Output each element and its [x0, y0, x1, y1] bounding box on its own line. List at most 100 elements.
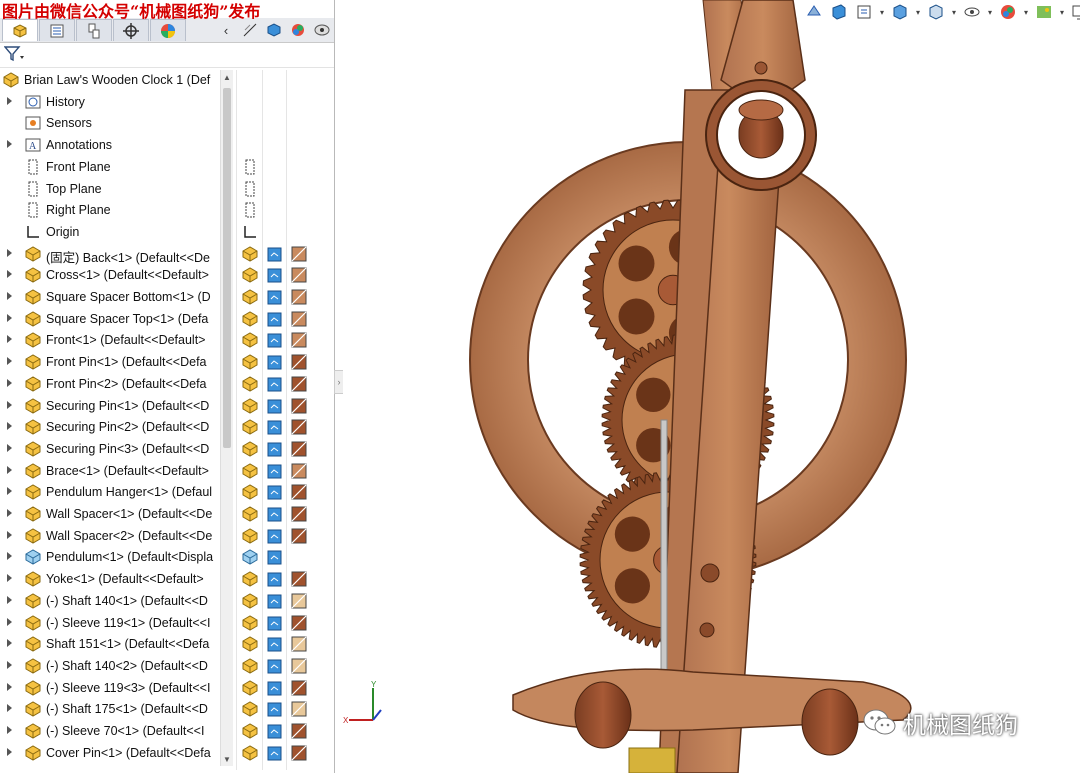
- tree-item[interactable]: A Annotations: [0, 135, 232, 156]
- expand-arrow-icon[interactable]: [7, 270, 12, 279]
- expand-arrow-icon[interactable]: [7, 400, 12, 409]
- display-mode-icon[interactable]: [267, 528, 283, 544]
- expand-arrow-icon[interactable]: [7, 487, 12, 496]
- expand-arrow-icon[interactable]: [7, 595, 12, 604]
- component-state-icon[interactable]: [241, 246, 258, 262]
- component-state-icon[interactable]: [241, 506, 258, 522]
- component-state-icon[interactable]: [241, 636, 258, 652]
- display-mode-icon[interactable]: [267, 723, 283, 739]
- tree-item[interactable]: Brace<1> (Default<<Default>: [0, 461, 232, 482]
- appearance-swatch-icon[interactable]: [291, 658, 307, 674]
- scroll-up-arrow[interactable]: ▲: [221, 70, 233, 84]
- expand-arrow-icon[interactable]: [7, 704, 12, 713]
- appearance-swatch-icon[interactable]: [291, 332, 307, 348]
- tree-item[interactable]: History: [0, 92, 232, 113]
- display-mode-icon[interactable]: [267, 745, 283, 761]
- tree-item[interactable]: Sensors: [0, 113, 232, 134]
- tree-item[interactable]: (-) Sleeve 119<3> (Default<<I: [0, 678, 232, 699]
- appearance-swatch-icon[interactable]: [291, 484, 307, 500]
- tree-item[interactable]: Yoke<1> (Default<<Default>: [0, 569, 232, 590]
- expand-arrow-icon[interactable]: [7, 660, 12, 669]
- component-state-icon[interactable]: [241, 549, 258, 565]
- display-mode-icon[interactable]: [267, 701, 283, 717]
- scroll-thumb[interactable]: [223, 88, 231, 448]
- expand-arrow-icon[interactable]: [7, 292, 12, 300]
- tree-scrollbar[interactable]: ▲ ▼: [220, 70, 233, 766]
- component-state-icon[interactable]: [241, 397, 258, 414]
- component-state-icon[interactable]: [241, 658, 258, 674]
- tree-item[interactable]: Wall Spacer<1> (Default<<De: [0, 504, 232, 525]
- scroll-down-arrow[interactable]: ▼: [221, 752, 233, 766]
- appearance-swatch-icon[interactable]: [291, 723, 307, 739]
- component-state-icon[interactable]: [241, 354, 258, 370]
- expand-arrow-icon[interactable]: [7, 574, 12, 583]
- appearance-swatch-icon[interactable]: [291, 463, 307, 479]
- display-mode-icon[interactable]: [267, 289, 283, 305]
- component-state-icon[interactable]: [241, 289, 258, 305]
- display-mode-icon[interactable]: [267, 332, 283, 348]
- display-mode-icon[interactable]: [267, 441, 283, 457]
- scene-display-icon[interactable]: [312, 21, 332, 39]
- tree-item[interactable]: Origin: [0, 222, 232, 243]
- appearance-swatch-icon[interactable]: [291, 745, 307, 761]
- appearance-swatch-icon[interactable]: [291, 267, 307, 283]
- appearance-swatch-icon[interactable]: [291, 376, 307, 392]
- component-state-icon[interactable]: [241, 376, 258, 392]
- expand-arrow-icon[interactable]: [7, 726, 12, 734]
- display-mode-icon[interactable]: [267, 593, 283, 609]
- display-mode-icon[interactable]: [267, 376, 283, 392]
- display-mode-icon[interactable]: [267, 680, 283, 696]
- expand-arrow-icon[interactable]: [7, 140, 12, 149]
- component-state-icon[interactable]: [241, 701, 258, 717]
- display-mode-icon[interactable]: [267, 658, 283, 674]
- display-mode-icon[interactable]: [267, 246, 283, 262]
- appearance-swatch-icon[interactable]: [291, 571, 307, 587]
- component-state-icon[interactable]: [241, 528, 258, 544]
- component-state-icon[interactable]: [241, 745, 258, 761]
- component-state-icon[interactable]: [241, 484, 258, 500]
- appearance-swatch-icon[interactable]: [291, 419, 307, 435]
- display-mode-icon[interactable]: [267, 636, 283, 652]
- component-state-icon[interactable]: [241, 332, 258, 348]
- tree-item[interactable]: Securing Pin<3> (Default<<D: [0, 439, 232, 460]
- expand-arrow-icon[interactable]: [7, 639, 12, 648]
- tree-item[interactable]: Pendulum<1> (Default<Displa: [0, 547, 232, 568]
- appearance-swatch-icon[interactable]: [291, 311, 307, 327]
- display-mode-icon[interactable]: [267, 571, 283, 587]
- tree-item[interactable]: Square Spacer Top<1> (Defa: [0, 309, 232, 330]
- appearance-swatch-icon[interactable]: [291, 398, 307, 414]
- tree-item[interactable]: (-) Sleeve 119<1> (Default<<I: [0, 613, 232, 634]
- tree-item[interactable]: Securing Pin<2> (Default<<D: [0, 417, 232, 438]
- component-state-icon[interactable]: [241, 311, 258, 327]
- appearance-swatch-icon[interactable]: [291, 615, 307, 631]
- tree-item[interactable]: Pendulum Hanger<1> (Defaul: [0, 482, 232, 503]
- display-mode-icon[interactable]: [267, 354, 283, 370]
- component-state-icon[interactable]: [241, 614, 258, 631]
- collapse-panel-icon[interactable]: ‹: [216, 21, 236, 39]
- expand-arrow-icon[interactable]: [7, 465, 12, 474]
- component-state-icon[interactable]: [241, 571, 258, 587]
- appearance-swatch-icon[interactable]: [291, 701, 307, 717]
- component-state-icon[interactable]: [241, 441, 258, 457]
- component-state-icon[interactable]: [241, 680, 258, 696]
- plane-visibility-icon[interactable]: [241, 202, 257, 218]
- plane-visibility-icon[interactable]: [241, 159, 257, 175]
- expand-arrow-icon[interactable]: [7, 378, 12, 387]
- component-state-icon[interactable]: [241, 723, 258, 739]
- display-mode-icon[interactable]: [267, 311, 283, 327]
- tab-property-manager[interactable]: [39, 19, 75, 41]
- origin-visibility-icon[interactable]: [241, 224, 257, 240]
- tree-item[interactable]: Wall Spacer<2> (Default<<De: [0, 526, 232, 547]
- expand-arrow-icon[interactable]: [7, 552, 12, 561]
- display-mode-icon[interactable]: [267, 398, 283, 414]
- appearance-swatch-icon[interactable]: [291, 528, 307, 544]
- part-display-icon[interactable]: [264, 21, 284, 39]
- expand-arrow-icon[interactable]: [7, 422, 12, 431]
- expand-arrow-icon[interactable]: [7, 682, 12, 691]
- expand-arrow-icon[interactable]: [7, 747, 12, 756]
- display-mode-icon[interactable]: [267, 463, 283, 479]
- display-mode-icon[interactable]: [267, 615, 283, 631]
- expand-arrow-icon[interactable]: [7, 313, 12, 322]
- display-mode-icon[interactable]: [267, 267, 283, 283]
- tree-item[interactable]: Securing Pin<1> (Default<<D: [0, 396, 232, 417]
